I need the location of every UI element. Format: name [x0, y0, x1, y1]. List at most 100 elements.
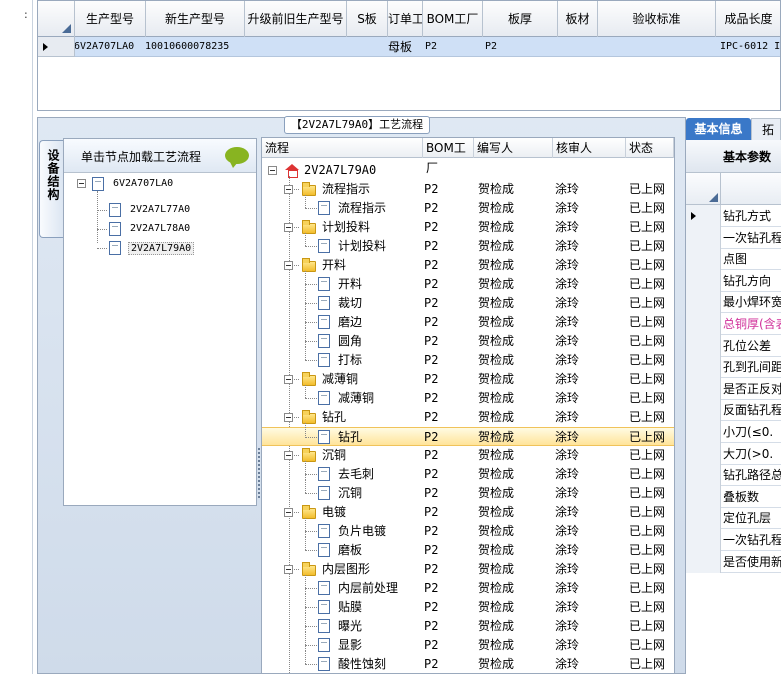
- bom-factory-cell: P2: [424, 334, 439, 348]
- tree-node-root[interactable]: 6V2A707LA0: [113, 178, 173, 189]
- row-selector[interactable]: [686, 291, 721, 314]
- tree-root-row[interactable]: 2V2A7L79A0: [262, 161, 674, 180]
- row-selector[interactable]: [686, 313, 721, 335]
- column-header[interactable]: 核审人: [553, 138, 626, 158]
- table-row[interactable]: 打标 P2 贺检成 涂玲 已上网: [262, 351, 674, 370]
- column-header[interactable]: 生产型号: [75, 1, 146, 37]
- param-label: 是否使用新: [723, 554, 781, 569]
- row-selector[interactable]: [686, 226, 721, 249]
- row-selector[interactable]: [686, 399, 721, 422]
- collapse-toggle-icon[interactable]: [284, 375, 293, 384]
- row-selector[interactable]: [686, 421, 721, 443]
- table-row[interactable]: 磨板 P2 贺检成 涂玲 已上网: [262, 541, 674, 560]
- collapse-toggle-icon[interactable]: [268, 166, 277, 175]
- param-row[interactable]: 小刀(≤0.: [686, 421, 781, 443]
- row-selector[interactable]: [686, 334, 721, 357]
- collapse-toggle-icon[interactable]: [284, 261, 293, 270]
- collapse-toggle-icon[interactable]: [284, 185, 293, 194]
- table-row[interactable]: 酸性蚀刻 P2 贺检成 涂玲 已上网: [262, 655, 674, 673]
- column-header[interactable]: BOM工厂: [423, 1, 483, 37]
- collapse-toggle-icon[interactable]: [284, 223, 293, 232]
- row-selector[interactable]: [686, 205, 721, 227]
- tree-group-row[interactable]: 减薄铜 P2 贺检成 涂玲 已上网: [262, 370, 674, 389]
- param-row[interactable]: 钻孔方式: [686, 205, 781, 227]
- tab-device-structure[interactable]: 设备结构: [39, 140, 63, 238]
- column-header[interactable]: 订单工厂: [388, 1, 423, 37]
- table-row[interactable]: 磨边 P2 贺检成 涂玲 已上网: [262, 313, 674, 332]
- table-row[interactable]: 显影 P2 贺检成 涂玲 已上网: [262, 636, 674, 655]
- table-row[interactable]: 圆角 P2 贺检成 涂玲 已上网: [262, 332, 674, 351]
- tree-group-row[interactable]: 钻孔 P2 贺检成 涂玲 已上网: [262, 408, 674, 427]
- tree-group-row[interactable]: 开料 P2 贺检成 涂玲 已上网: [262, 256, 674, 275]
- row-selector[interactable]: [38, 37, 75, 57]
- column-header[interactable]: BOM工厂: [423, 138, 474, 175]
- tab-basic-info[interactable]: 基本信息: [686, 118, 751, 140]
- tree-group-row[interactable]: 电镀 P2 贺检成 涂玲 已上网: [262, 503, 674, 522]
- row-selector[interactable]: [686, 377, 721, 400]
- param-row[interactable]: 一次钻孔程: [686, 529, 781, 551]
- column-header[interactable]: 成品长度: [716, 1, 780, 37]
- table-row[interactable]: 裁切 P2 贺检成 涂玲 已上网: [262, 294, 674, 313]
- table-row[interactable]: 钻孔 P2 贺检成 涂玲 已上网: [262, 427, 674, 446]
- column-header[interactable]: S板: [347, 1, 388, 37]
- param-row[interactable]: 最小焊环宽: [686, 291, 781, 314]
- column-header[interactable]: 板厚: [483, 1, 558, 37]
- table-row[interactable]: 去毛刺 P2 贺检成 涂玲 已上网: [262, 465, 674, 484]
- param-row[interactable]: 点图: [686, 248, 781, 271]
- collapse-toggle-icon[interactable]: [284, 508, 293, 517]
- param-row[interactable]: 一次钻孔程: [686, 226, 781, 249]
- tab-extension[interactable]: 拓展: [751, 118, 781, 159]
- tree-node-child[interactable]: 2V2A7L79A0: [128, 242, 195, 255]
- param-row[interactable]: 孔到孔间距: [686, 356, 781, 379]
- param-row[interactable]: 反面钻孔程: [686, 399, 781, 422]
- row-selector[interactable]: [686, 464, 721, 487]
- column-header[interactable]: 新生产型号: [146, 1, 245, 37]
- param-row[interactable]: 大刀(>0.: [686, 442, 781, 465]
- row-selector[interactable]: [686, 356, 721, 379]
- param-row[interactable]: 钻孔方向: [686, 269, 781, 292]
- tree-group-row[interactable]: 计划投料 P2 贺检成 涂玲 已上网: [262, 218, 674, 237]
- document-icon: [318, 201, 330, 215]
- table-row[interactable]: 曝光 P2 贺检成 涂玲 已上网: [262, 617, 674, 636]
- status-cell: 已上网: [629, 258, 666, 272]
- table-row[interactable]: 负片电镀 P2 贺检成 涂玲 已上网: [262, 522, 674, 541]
- param-row[interactable]: 钻孔路径总: [686, 464, 781, 487]
- collapse-toggle-icon[interactable]: [77, 179, 86, 188]
- reviewer-cell: 涂玲: [555, 600, 580, 614]
- tree-group-row[interactable]: 内层图形 P2 贺检成 涂玲 已上网: [262, 560, 674, 579]
- table-row[interactable]: 流程指示 P2 贺检成 涂玲 已上网: [262, 199, 674, 218]
- column-header[interactable]: 流程: [262, 138, 423, 158]
- tree-node-child[interactable]: 2V2A7L77A0: [130, 204, 190, 215]
- row-selector[interactable]: [686, 485, 721, 508]
- column-header[interactable]: 状态: [626, 138, 674, 158]
- tree-node-child[interactable]: 2V2A7L78A0: [130, 223, 190, 234]
- param-row[interactable]: 孔位公差: [686, 334, 781, 357]
- table-row[interactable]: 内层前处理 P2 贺检成 涂玲 已上网: [262, 579, 674, 598]
- column-header[interactable]: 验收标准: [598, 1, 716, 37]
- table-row[interactable]: 贴膜 P2 贺检成 涂玲 已上网: [262, 598, 674, 617]
- tree-group-row[interactable]: 沉铜 P2 贺检成 涂玲 已上网: [262, 446, 674, 465]
- table-row[interactable]: 减薄铜 P2 贺检成 涂玲 已上网: [262, 389, 674, 408]
- row-selector[interactable]: [686, 269, 721, 292]
- collapse-toggle-icon[interactable]: [284, 413, 293, 422]
- param-row[interactable]: 定位孔层: [686, 507, 781, 530]
- param-row[interactable]: 是否正反对: [686, 377, 781, 400]
- column-header[interactable]: 编写人: [474, 138, 553, 158]
- table-row[interactable]: 计划投料 P2 贺检成 涂玲 已上网: [262, 237, 674, 256]
- row-selector[interactable]: [686, 442, 721, 465]
- param-row[interactable]: 是否使用新: [686, 550, 781, 573]
- row-selector[interactable]: [686, 529, 721, 551]
- table-row[interactable]: 开料 P2 贺检成 涂玲 已上网: [262, 275, 674, 294]
- param-row[interactable]: 总铜厚(含表: [686, 313, 781, 335]
- column-header[interactable]: 板材: [558, 1, 598, 37]
- row-selector[interactable]: [686, 248, 721, 271]
- collapse-toggle-icon[interactable]: [284, 451, 293, 460]
- row-selector[interactable]: [686, 507, 721, 530]
- collapse-toggle-icon[interactable]: [284, 565, 293, 574]
- column-header[interactable]: 升级前旧生产型号: [245, 1, 347, 37]
- row-selector[interactable]: [686, 550, 721, 573]
- table-row[interactable]: 6V2A707LA0 10010600078235 母板 P2 P2 IPC-6012 I…: [38, 37, 780, 57]
- param-row[interactable]: 叠板数: [686, 485, 781, 508]
- table-row[interactable]: 沉铜 P2 贺检成 涂玲 已上网: [262, 484, 674, 503]
- tree-group-row[interactable]: 流程指示 P2 贺检成 涂玲 已上网: [262, 180, 674, 199]
